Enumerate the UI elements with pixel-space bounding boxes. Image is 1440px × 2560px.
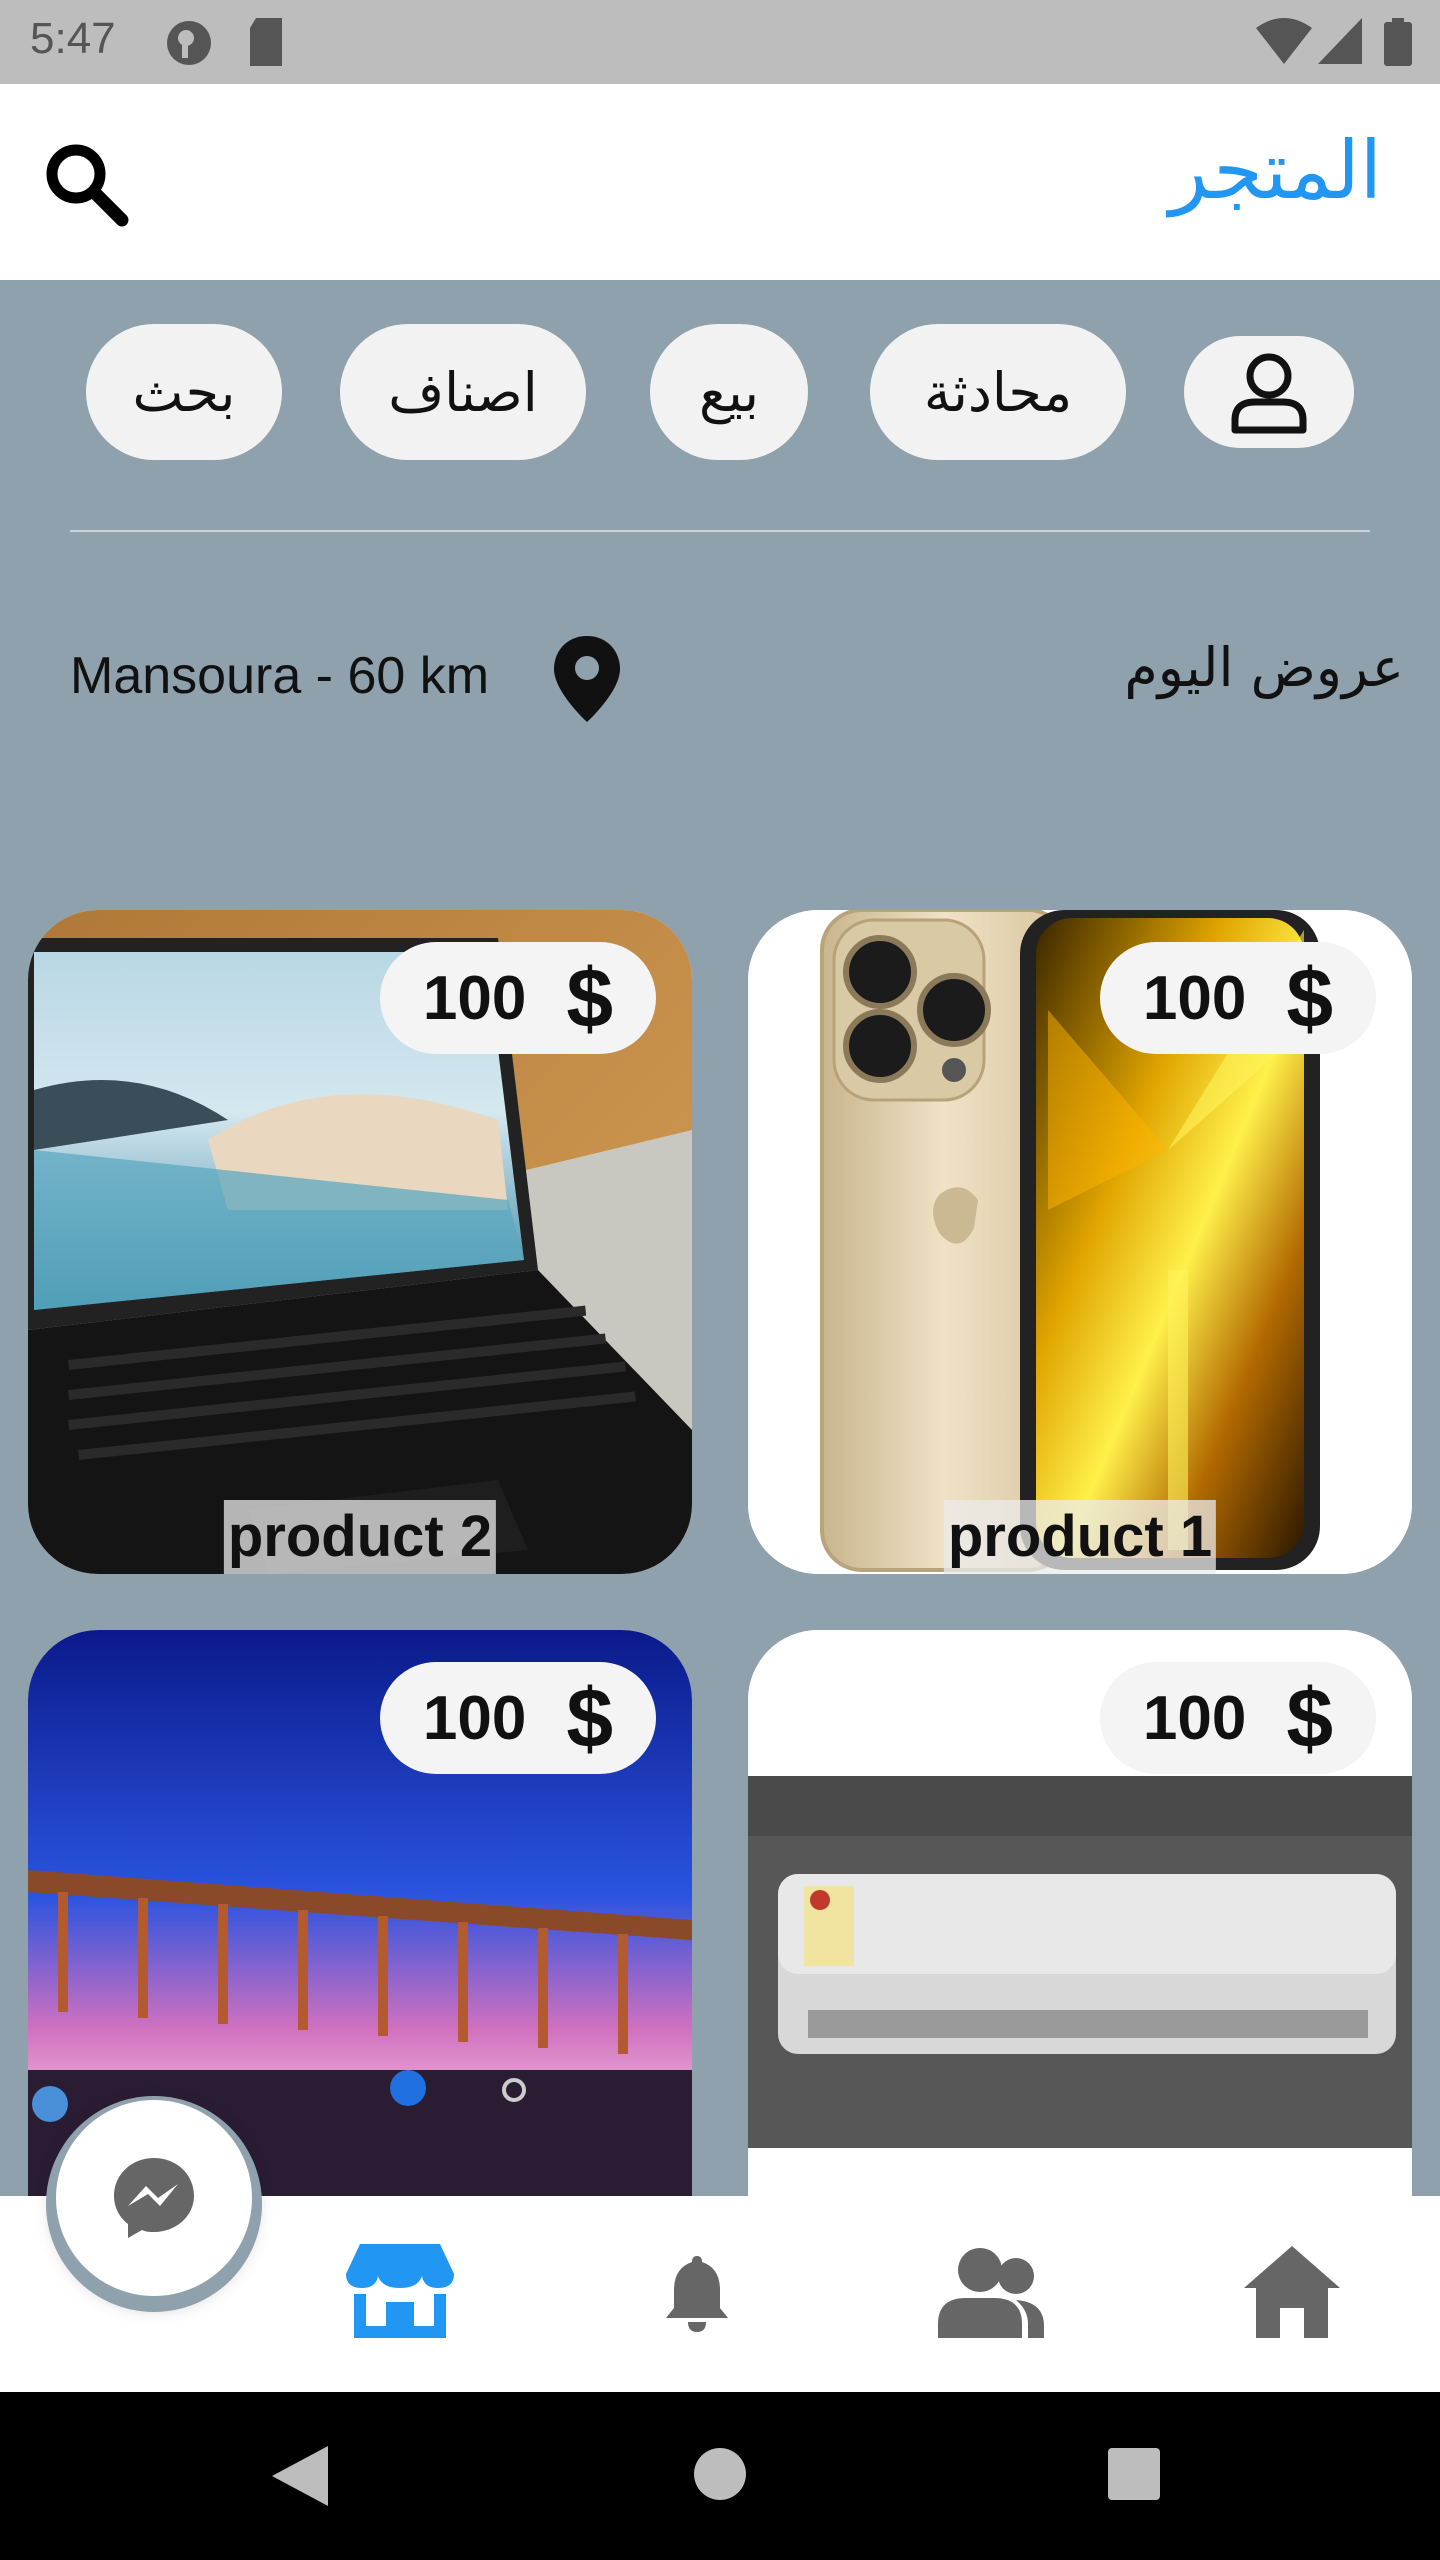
product-card[interactable]: 100 $ product 1 <box>748 910 1412 1574</box>
price-badge: 100 $ <box>380 942 656 1054</box>
sell-chip[interactable]: بيع <box>650 324 808 460</box>
recents-icon[interactable] <box>1108 2448 1160 2500</box>
sd-card-icon <box>250 18 282 66</box>
price-badge: 100 $ <box>1100 1662 1376 1774</box>
system-nav-bar <box>0 2392 1440 2560</box>
product-card[interactable]: 100 $ <box>748 1630 1412 2294</box>
app-notification-icon <box>167 21 211 65</box>
back-icon[interactable] <box>272 2446 328 2506</box>
status-bar: 5:47 <box>0 0 1440 84</box>
messenger-fab[interactable] <box>56 2100 252 2296</box>
messenger-icon <box>114 2158 194 2238</box>
app-title: المتجر <box>1169 124 1382 217</box>
signal-icon <box>1318 18 1362 64</box>
location-text[interactable]: Mansoura - 60 km <box>70 646 489 706</box>
price-value: 100 <box>1142 963 1247 1033</box>
price-badge: 100 $ <box>380 1662 656 1774</box>
search-chip[interactable]: بحث <box>86 324 282 460</box>
price-badge: 100 $ <box>1100 942 1376 1054</box>
product-name: product 2 <box>223 1500 497 1574</box>
location-pin-icon[interactable] <box>552 636 622 722</box>
currency-symbol: $ <box>566 950 614 1045</box>
currency-symbol: $ <box>566 1670 614 1765</box>
status-time: 5:47 <box>30 14 116 63</box>
home-button-icon[interactable] <box>694 2448 746 2500</box>
currency-symbol: $ <box>1286 950 1334 1045</box>
currency-symbol: $ <box>1286 1670 1334 1765</box>
divider <box>70 530 1370 532</box>
chat-chip[interactable]: محادثة <box>870 324 1126 460</box>
price-value: 100 <box>1142 1683 1247 1753</box>
profile-chip[interactable] <box>1184 336 1354 448</box>
product-name: product 1 <box>943 1500 1217 1574</box>
user-icon <box>1231 353 1307 434</box>
people-icon[interactable] <box>938 2246 1044 2338</box>
product-card[interactable]: 100 $ product 2 <box>28 910 692 1574</box>
search-icon[interactable] <box>38 136 134 232</box>
offers-title: عروض اليوم <box>1124 636 1404 699</box>
battery-icon <box>1384 18 1412 66</box>
price-value: 100 <box>422 963 527 1033</box>
store-icon[interactable] <box>346 2244 454 2338</box>
bell-icon[interactable] <box>666 2256 728 2332</box>
wifi-icon <box>1256 18 1312 64</box>
app-bar: المتجر <box>0 84 1440 280</box>
price-value: 100 <box>422 1683 527 1753</box>
categories-chip[interactable]: اصناف <box>340 324 586 460</box>
home-icon[interactable] <box>1244 2246 1340 2338</box>
